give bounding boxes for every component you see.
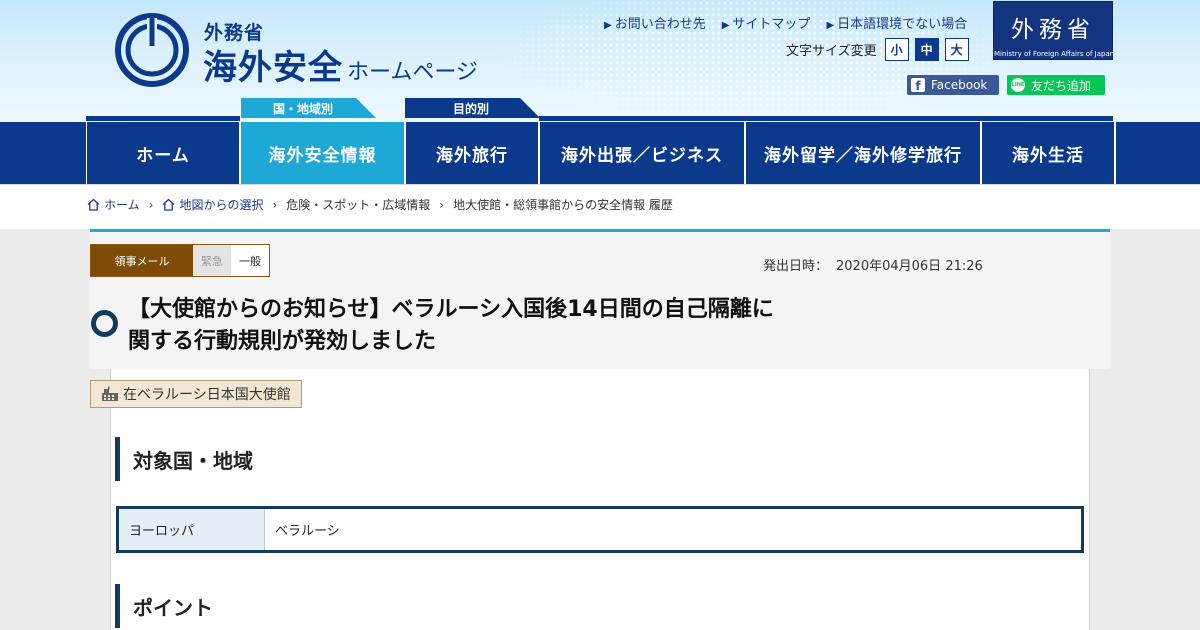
nav-safety-info[interactable]: 海外安全情報 <box>241 122 406 184</box>
embassy-label: 在ベラルーシ日本国大使館 <box>90 380 302 408</box>
breadcrumb-home[interactable]: ホーム <box>104 196 140 213</box>
article-title: 【大使館からのお知らせ】ベラルーシ入国後14日間の自己隔離に 関する行動規則が発… <box>128 294 848 358</box>
home-icon <box>163 198 175 211</box>
arrow-right-icon: ▶ <box>826 20 835 31</box>
site-title[interactable]: 海外安全 ホームページ <box>203 40 478 89</box>
arrow-right-icon: ▶ <box>604 20 612 31</box>
issued-value: 2020年04月06日 21:26 <box>836 259 983 274</box>
category-tags: 領事メール 緊急 一般 <box>90 244 270 277</box>
font-size-small-button[interactable]: 小 <box>884 38 909 61</box>
facebook-icon: f <box>911 78 925 92</box>
line-icon: LINE <box>1011 78 1025 92</box>
tag-urgent: 緊急 <box>193 245 231 276</box>
site-title-main: 海外安全 <box>203 48 343 88</box>
tag-consular-mail: 領事メール <box>91 245 193 276</box>
font-size-medium-button[interactable]: 中 <box>914 38 939 61</box>
font-size-switcher: 文字サイズ変更 小 中 大 <box>786 38 969 61</box>
breadcrumb-current: 地大使館・総領事館からの安全情報 履歴 <box>453 198 673 212</box>
embassy-name: 在ベラルーシ日本国大使館 <box>123 387 291 403</box>
font-size-large-button[interactable]: 大 <box>944 38 969 61</box>
breadcrumb-danger-spot: 危険・スポット・広域情報 <box>286 198 431 212</box>
breadcrumb-separator: › <box>439 197 445 212</box>
mofa-banner[interactable]: 外務省 Ministry of Foreign Affairs of Japan <box>993 1 1115 60</box>
home-icon <box>87 198 100 211</box>
link-contact[interactable]: ▶ お問い合わせ先 <box>604 13 706 32</box>
breadcrumb-separator: › <box>148 197 154 212</box>
link-sitemap-label: サイトマップ <box>732 17 811 32</box>
site-title-sub: ホームページ <box>347 60 478 85</box>
title-circle-icon <box>91 310 118 337</box>
line-add-friend-button[interactable]: LINE 友だち追加 <box>1007 75 1105 95</box>
issued-label: 発出日時： <box>763 259 829 274</box>
link-contact-label: お問い合わせ先 <box>614 17 706 32</box>
flag-by-region: 国・地域別 <box>241 98 376 118</box>
article-body <box>110 369 1090 630</box>
nav-top-line <box>86 116 240 121</box>
article-title-line1: 【大使館からのお知らせ】ベラルーシ入国後14日間の自己隔離に <box>128 297 774 322</box>
breadcrumb-map-select[interactable]: 地図からの選択 <box>179 196 263 213</box>
nav-living-abroad[interactable]: 海外生活 <box>982 122 1116 184</box>
mofa-banner-english: Ministry of Foreign Affairs of Japan <box>994 50 1115 58</box>
nav-top-line <box>539 116 1113 121</box>
nav-study-abroad[interactable]: 海外留学／海外修学旅行 <box>746 122 982 184</box>
nav-home[interactable]: ホーム <box>87 122 241 184</box>
flag-by-purpose: 目的別 <box>405 98 540 118</box>
link-non-japanese-label: 日本語環境でない場合 <box>837 17 968 32</box>
line-label: 友だち追加 <box>1031 78 1092 93</box>
global-nav-items: ホーム 海外安全情報 海外旅行 海外出張／ビジネス 海外留学／海外修学旅行 海外… <box>86 122 1116 184</box>
facebook-label: Facebook <box>931 78 988 92</box>
link-sitemap[interactable]: ▶ サイトマップ <box>722 13 811 32</box>
tag-general: 一般 <box>231 245 269 276</box>
link-non-japanese[interactable]: ▶ 日本語環境でない場合 <box>826 13 967 32</box>
font-size-label: 文字サイズ変更 <box>786 44 877 59</box>
global-nav: ホーム 海外安全情報 海外旅行 海外出張／ビジネス 海外留学／海外修学旅行 海外… <box>0 122 1200 184</box>
nav-travel[interactable]: 海外旅行 <box>406 122 540 184</box>
site-header: 外務省 海外安全 ホームページ ▶ お問い合わせ先 ▶ サイトマップ ▶ 日本語環境でな… <box>0 0 1200 122</box>
facebook-button[interactable]: f Facebook <box>907 75 999 95</box>
section-heading-points: ポイント <box>115 584 213 628</box>
arrow-right-icon: ▶ <box>721 20 730 31</box>
mofa-banner-kanji: 外務省 <box>1011 17 1095 43</box>
breadcrumb: ホーム › 地図からの選択 › 危険・スポット・広域情報 › 地大使館・総領事館… <box>87 196 673 213</box>
region-table-region: ヨーロッパ <box>119 509 265 550</box>
breadcrumb-separator: › <box>272 197 278 212</box>
nav-business[interactable]: 海外出張／ビジネス <box>540 122 746 184</box>
utility-links: ▶ お問い合わせ先 ▶ サイトマップ ▶ 日本語環境でない場合 <box>604 13 967 32</box>
article-header: 領事メール 緊急 一般 発出日時： 2020年04月06日 21:26 【大使館か… <box>90 229 1110 369</box>
site-logo-icon[interactable] <box>114 12 190 88</box>
region-table-country[interactable]: ベラルーシ <box>265 509 1081 550</box>
issued-datetime: 発出日時： 2020年04月06日 21:26 <box>763 255 983 274</box>
article-title-line2: 関する行動規則が発効しました <box>128 329 437 354</box>
region-table: ヨーロッパ ベラルーシ <box>116 506 1084 553</box>
building-icon <box>102 386 118 401</box>
section-heading-target-region: 対象国・地域 <box>115 437 253 481</box>
